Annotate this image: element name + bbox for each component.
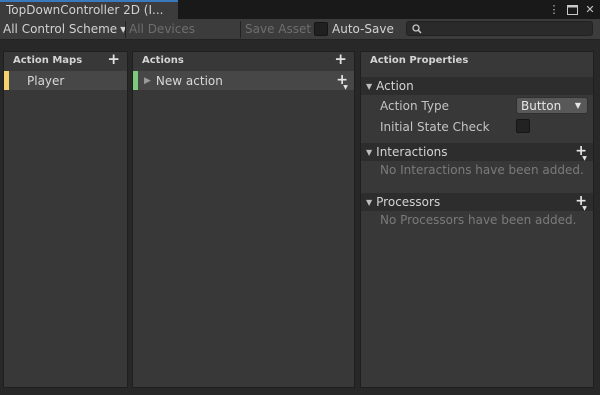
more-vert-icon[interactable]: ⋮ <box>548 3 560 16</box>
list-item[interactable]: ▶ New action + ▼ <box>133 71 354 91</box>
action-maps-header: Action Maps + <box>4 52 127 71</box>
interactions-section-foldout[interactable]: ▼ Interactions + ▼ <box>361 143 593 162</box>
search-icon <box>412 24 422 34</box>
actions-panel: Actions + ▶ New action + ▼ <box>132 51 355 388</box>
action-label: New action <box>155 73 223 88</box>
close-icon[interactable]: ✕ <box>584 3 596 16</box>
save-asset-label: Save Asset <box>245 22 312 36</box>
save-asset-button[interactable]: Save Asset <box>245 19 311 39</box>
initial-state-check-checkbox[interactable] <box>516 119 530 133</box>
interactions-empty-message: No Interactions have been added. <box>380 163 584 177</box>
devices-label: All Devices <box>129 22 195 36</box>
control-scheme-dropdown[interactable]: All Control Scheme ▼ <box>3 19 126 39</box>
toolbar-divider <box>240 21 241 38</box>
foldout-triangle-icon: ▼ <box>366 197 373 207</box>
list-item[interactable]: Player <box>4 71 127 90</box>
add-binding-plus-icon[interactable]: + ▼ <box>336 73 348 91</box>
search-input[interactable] <box>406 21 593 36</box>
action-type-dropdown[interactable]: Button ▼ <box>516 97 588 114</box>
processors-section-title: Processors <box>376 195 441 209</box>
toolbar: All Control Scheme ▼ All Devices Save As… <box>0 19 600 40</box>
auto-save-toggle[interactable]: Auto-Save <box>314 19 394 39</box>
auto-save-label: Auto-Save <box>332 22 394 36</box>
control-scheme-label: All Control Scheme <box>3 22 118 36</box>
action-section-foldout[interactable]: ▼ Action <box>361 77 593 95</box>
action-type-label: Action Type <box>380 98 449 113</box>
actions-header: Actions + <box>133 52 354 71</box>
window-tab[interactable]: TopDownController 2D (I... <box>0 0 178 19</box>
action-type-value: Button <box>521 98 562 113</box>
chevron-down-icon: ▼ <box>574 101 581 110</box>
action-properties-header: Action Properties <box>361 52 593 71</box>
actions-title: Actions <box>142 55 184 66</box>
interactions-section-title: Interactions <box>376 145 448 159</box>
expand-triangle-icon[interactable]: ▶ <box>144 76 151 86</box>
action-properties-panel: Action Properties ▼ Action Action Type B… <box>360 51 594 388</box>
add-processor-plus-icon[interactable]: + ▼ <box>575 194 587 212</box>
toolbar-divider <box>125 21 126 38</box>
initial-state-check-row: Initial State Check <box>361 116 593 137</box>
window-controls: ⋮ ✕ <box>548 2 596 17</box>
action-maps-title: Action Maps <box>13 55 83 66</box>
add-interaction-plus-icon[interactable]: + ▼ <box>575 144 587 162</box>
foldout-triangle-icon: ▼ <box>366 147 373 157</box>
action-color-marker <box>133 71 138 90</box>
maximize-icon[interactable] <box>566 3 578 16</box>
window-tab-bar: TopDownController 2D (I... ⋮ ✕ <box>0 0 600 19</box>
action-properties-title: Action Properties <box>370 55 469 66</box>
processors-empty-message: No Processors have been added. <box>380 213 577 227</box>
auto-save-checkbox[interactable] <box>314 22 328 36</box>
action-type-row: Action Type Button ▼ <box>361 95 593 116</box>
initial-state-check-label: Initial State Check <box>380 119 490 134</box>
action-map-label: Player <box>27 73 65 88</box>
action-section-title: Action <box>376 79 414 93</box>
processors-section-foldout[interactable]: ▼ Processors + ▼ <box>361 193 593 212</box>
action-maps-panel: Action Maps + Player <box>3 51 128 388</box>
window-tab-title: TopDownController 2D (I... <box>6 3 164 17</box>
add-action-plus-icon[interactable]: + <box>334 52 347 67</box>
foldout-triangle-icon: ▼ <box>366 81 373 91</box>
add-action-map-plus-icon[interactable]: + <box>107 52 120 67</box>
action-map-color-marker <box>4 71 9 90</box>
devices-dropdown[interactable]: All Devices <box>129 19 195 39</box>
